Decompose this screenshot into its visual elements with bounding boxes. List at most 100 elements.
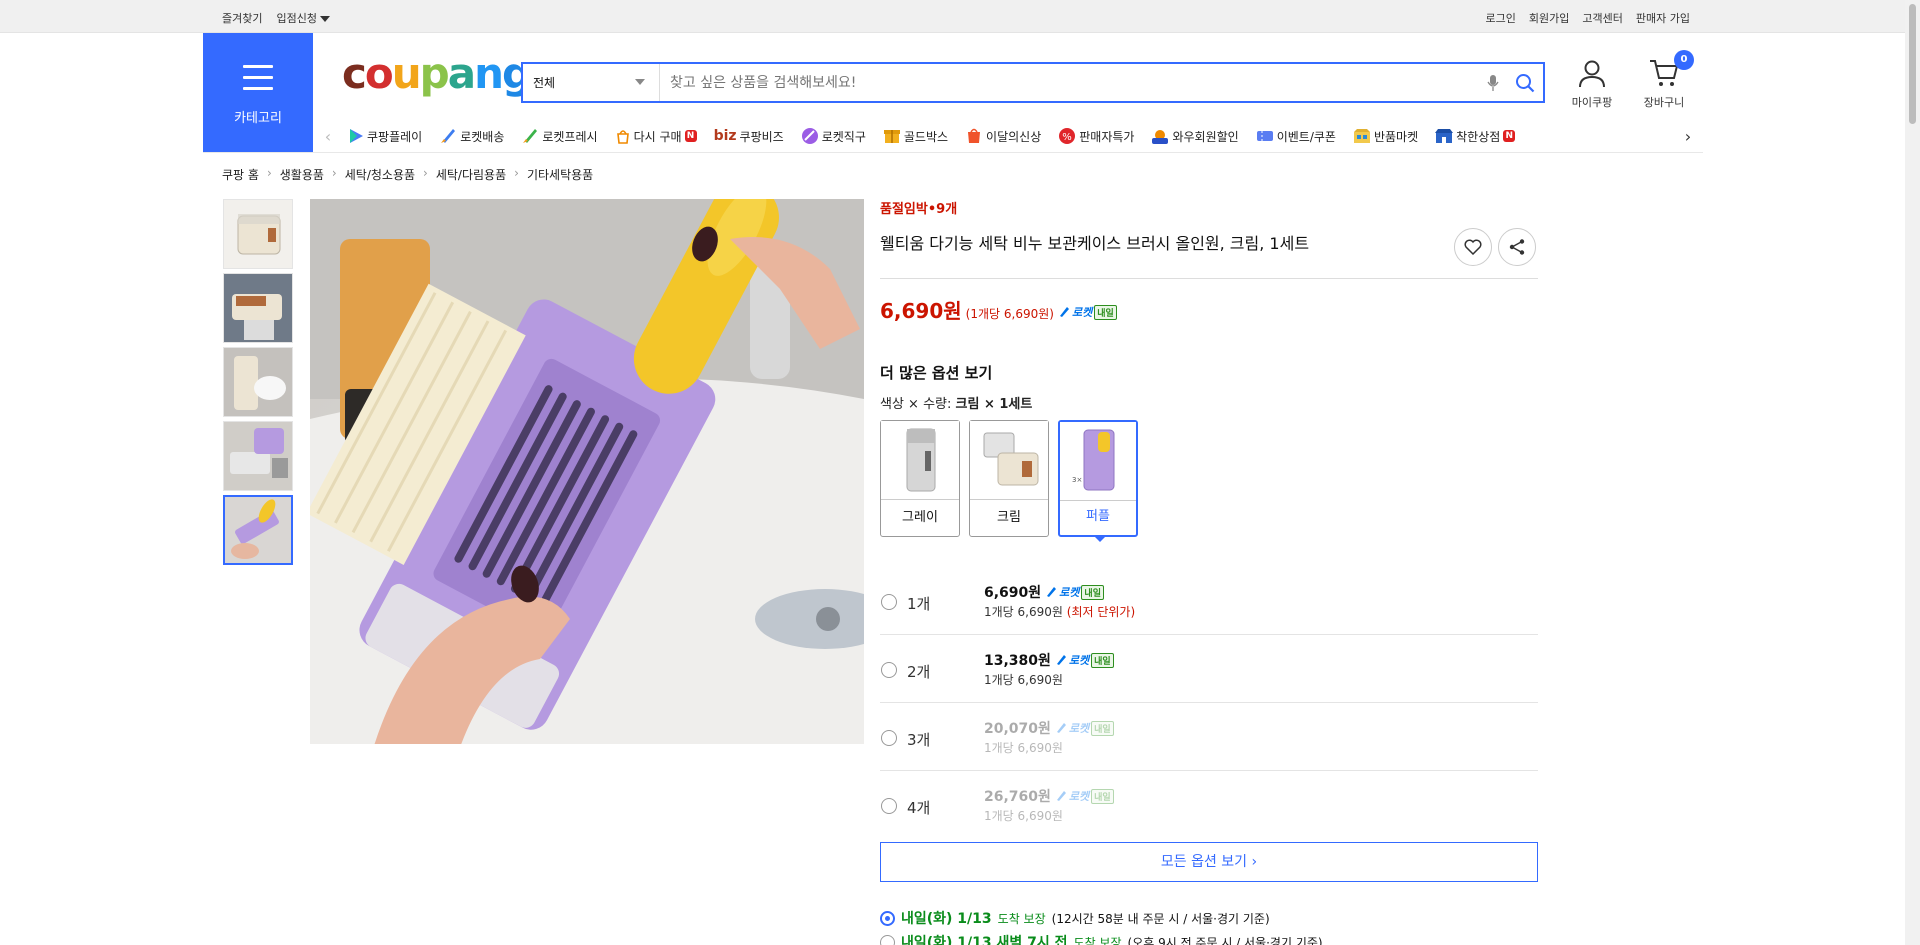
customer-center-link[interactable]: 고객센터	[1582, 10, 1622, 26]
new-badge: N	[684, 130, 697, 142]
swatch-cream[interactable]: 크림	[969, 420, 1049, 537]
new-icon	[968, 128, 981, 143]
good-store-icon	[1435, 129, 1454, 143]
hamburger-icon	[243, 65, 273, 98]
rocket-icon	[1056, 791, 1066, 801]
scrollbar-thumb[interactable]	[1909, 4, 1916, 124]
quantity-radio[interactable]	[881, 798, 897, 814]
nav-item-rocket-direct[interactable]: 로켓직구	[801, 127, 866, 145]
signup-link[interactable]: 회원가입	[1529, 10, 1569, 26]
bookmark-link[interactable]: 즐겨찾기	[222, 10, 262, 26]
nav-item-label: 이벤트/쿠폰	[1276, 129, 1336, 144]
share-icon[interactable]	[1498, 228, 1536, 266]
nav-item-goldbox[interactable]: 골드박스	[883, 127, 948, 145]
product-thumbnail[interactable]	[223, 273, 293, 343]
quantity-name: 4개	[907, 799, 931, 817]
quantity-price-value: 6,690원	[984, 585, 1042, 601]
nav-item-rocket-delivery[interactable]: 로켓배송	[439, 127, 504, 145]
nav-item-new-arrivals[interactable]: 이달의신상	[965, 127, 1041, 145]
search-icon[interactable]	[1507, 64, 1543, 101]
play-icon	[350, 129, 363, 143]
delivery-option[interactable]: 내일(화) 1/13 도착 보장 (12시간 58분 내 주문 시 / 서울·경…	[880, 906, 1580, 930]
nav-prev-arrow-icon[interactable]: ‹	[318, 127, 338, 146]
microphone-icon[interactable]	[1479, 64, 1507, 101]
goldbox-icon	[883, 130, 900, 143]
quantity-option-row[interactable]: 1개 6,690원 로켓 내일 1개당 6,690원 (최저 단위가)	[880, 567, 1538, 635]
search-scope-value: 전체	[533, 76, 556, 90]
nav-item-seller-deals[interactable]: % 판매자특가	[1058, 127, 1134, 145]
my-coupang-button[interactable]: 마이쿠팡	[1564, 58, 1620, 110]
stock-notice: 품절임박•9개	[880, 202, 958, 217]
seller-apply-link[interactable]: 입점신청	[276, 10, 330, 26]
swatch-name: 퍼플	[1086, 509, 1110, 524]
delivery-date: 내일(화) 1/13 새벽 7시 전	[901, 935, 1068, 945]
breadcrumb-home[interactable]: 쿠팡 홈	[222, 166, 259, 183]
main-product-image[interactable]	[310, 199, 864, 744]
breadcrumb-item[interactable]: 세탁/청소용품	[345, 166, 415, 183]
rocket-label: 로켓	[1068, 654, 1090, 667]
color-swatches: 그레이 크림 3× 퍼플	[880, 420, 1538, 542]
rocket-icon	[1056, 655, 1066, 665]
product-thumbnail[interactable]	[223, 199, 293, 269]
category-button[interactable]: 카테고리	[203, 33, 313, 152]
product-thumbnail[interactable]	[223, 347, 293, 417]
quantity-option-row[interactable]: 2개 13,380원 로켓 내일 1개당 6,690원	[880, 635, 1538, 703]
search-input[interactable]	[660, 64, 1479, 101]
nav-item-events-coupons[interactable]: 이벤트/쿠폰	[1256, 127, 1336, 145]
logo-letter: o	[364, 49, 394, 98]
breadcrumb-item[interactable]: 생활용품	[280, 166, 324, 183]
percent-icon: %	[1059, 128, 1076, 144]
breadcrumb-item[interactable]: 세탁/다림용품	[436, 166, 506, 183]
cart-label: 장바구니	[1643, 96, 1685, 109]
wishlist-heart-icon[interactable]	[1454, 228, 1492, 266]
more-options-heading[interactable]: 더 많은 옵션 보기	[880, 362, 1538, 383]
search-scope-select[interactable]: 전체	[523, 64, 660, 101]
rocket-delivery-badge: 로켓 내일	[1055, 652, 1114, 668]
nav-item-rocket-fresh[interactable]: 로켓프레시	[521, 127, 598, 145]
delivery-option[interactable]: 내일(화) 1/13 새벽 7시 전 도착 보장 (오후 9시 전 주문 시 /…	[880, 930, 1580, 945]
swatch-purple-image: 3×	[1060, 422, 1136, 501]
rocket-delivery-badge: 로켓 내일	[1058, 304, 1117, 320]
thumbnail-list	[223, 199, 293, 569]
swatch-gray[interactable]: 그레이	[880, 420, 960, 537]
quantity-option-row[interactable]: 4개 26,760원 로켓 내일 1개당 6,690원	[880, 771, 1538, 839]
nav-item-coupang-play[interactable]: 쿠팡플레이	[348, 127, 422, 145]
swatch-gray-image	[881, 421, 959, 500]
nav-item-good-store[interactable]: 착한상점 N	[1435, 127, 1516, 145]
page-scrollbar[interactable]	[1905, 0, 1920, 945]
swatch-purple-selected[interactable]: 3× 퍼플	[1058, 420, 1138, 542]
cart-button[interactable]: 0 장바구니	[1636, 50, 1694, 110]
repurchase-icon	[616, 130, 629, 144]
login-link[interactable]: 로그인	[1486, 10, 1516, 26]
quantity-option-row[interactable]: 3개 20,070원 로켓 내일 1개당 6,690원	[880, 703, 1538, 771]
option-selection-label: 색상 × 수량: 크림 × 1세트	[880, 393, 1538, 412]
view-all-options-button[interactable]: 모든 옵션 보기 ›	[880, 842, 1538, 882]
coupang-logo[interactable]: coupang	[342, 53, 532, 95]
nav-item-repurchase[interactable]: 다시 구매 N	[615, 127, 697, 145]
return-market-icon	[1353, 129, 1370, 143]
cart-count-badge: 0	[1674, 50, 1694, 70]
seller-signup-link[interactable]: 판매자 가입	[1636, 10, 1690, 26]
product-thumbnail[interactable]	[223, 421, 293, 491]
delivery-radio-selected[interactable]	[880, 910, 895, 926]
nav-item-wow-discount[interactable]: 와우회원할인	[1151, 127, 1239, 145]
divider	[880, 278, 1538, 279]
seller-apply-label: 입점신청	[276, 12, 317, 25]
quantity-name: 1개	[907, 595, 931, 613]
nav-divider	[203, 152, 1703, 153]
rocket-icon	[441, 129, 456, 143]
nav-next-arrow-icon[interactable]: ›	[1678, 127, 1698, 146]
coupon-icon	[1256, 131, 1273, 141]
globe-icon	[801, 128, 818, 144]
quantity-radio[interactable]	[881, 730, 897, 746]
breadcrumb-item[interactable]: 기타세탁용품	[527, 166, 593, 183]
quantity-price: 20,070원 로켓 내일	[984, 718, 1114, 738]
quantity-radio[interactable]	[881, 662, 897, 678]
nav-item-label: 다시 구매	[633, 129, 682, 144]
nav-item-coupang-biz[interactable]: biz 쿠팡비즈	[714, 127, 784, 145]
nav-item-label: 쿠팡플레이	[367, 129, 423, 144]
quantity-radio[interactable]	[881, 594, 897, 610]
product-thumbnail-selected[interactable]	[223, 495, 293, 565]
nav-item-return-market[interactable]: 반품마켓	[1353, 127, 1418, 145]
delivery-radio[interactable]	[880, 934, 895, 945]
